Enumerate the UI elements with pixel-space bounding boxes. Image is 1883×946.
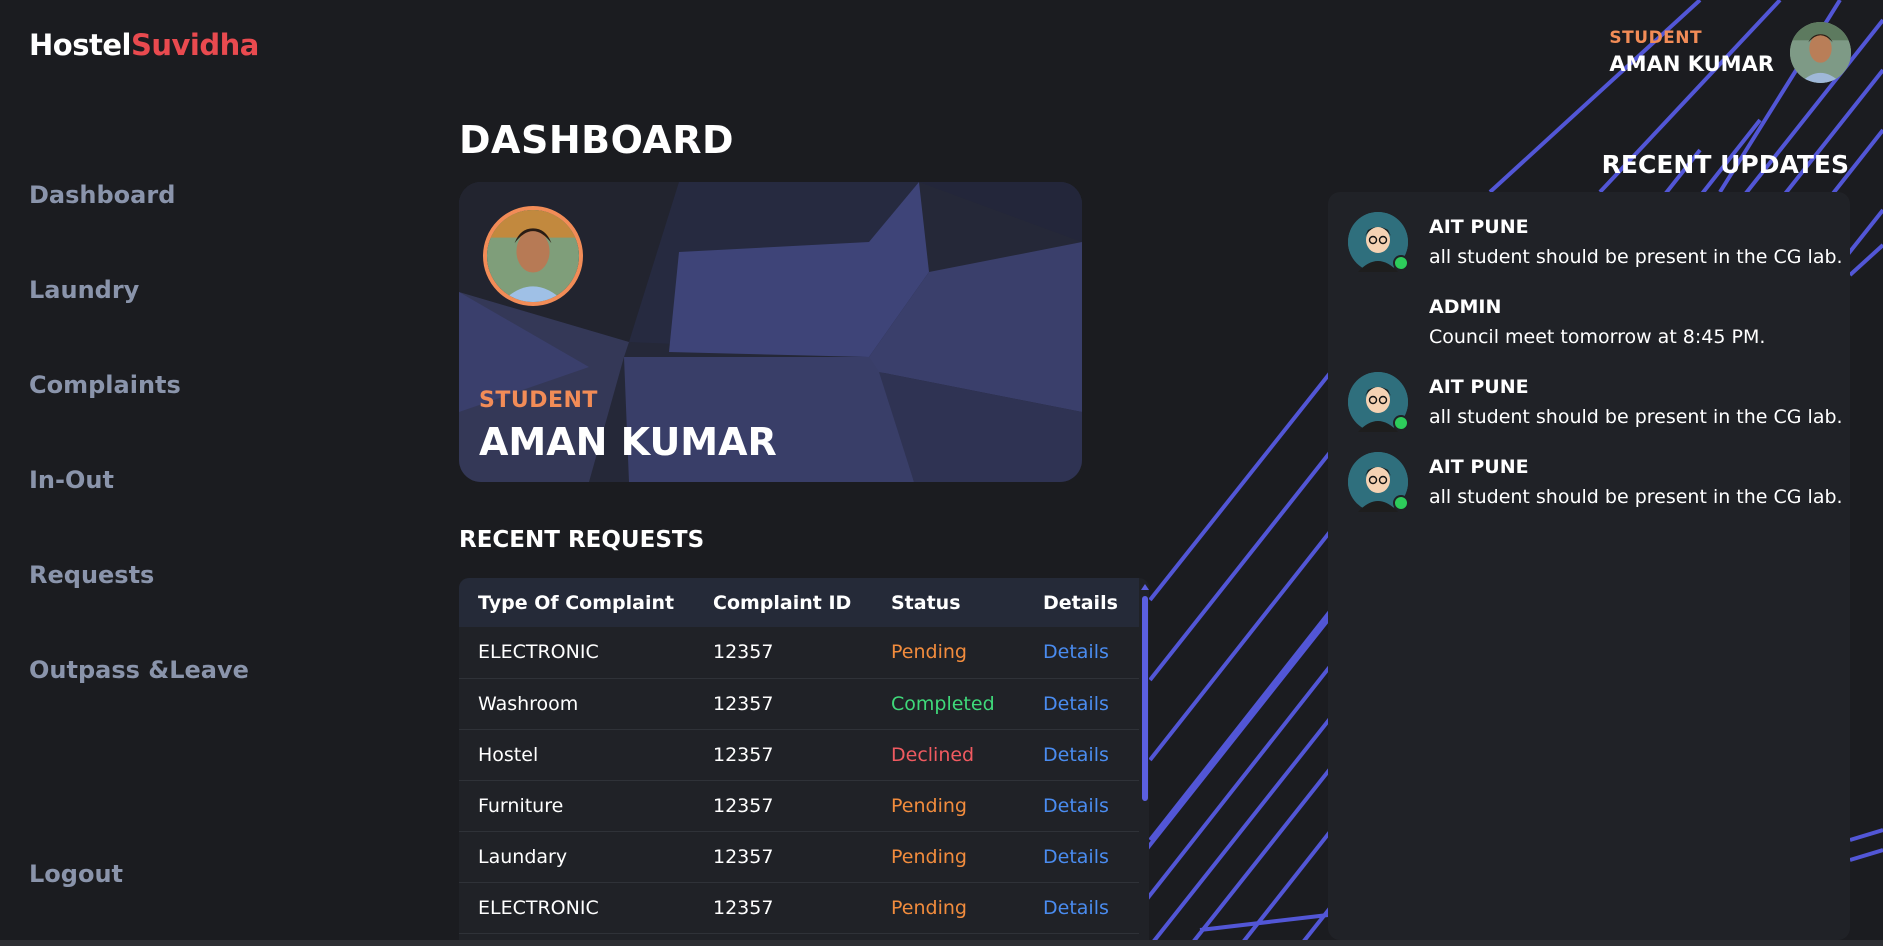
cell-status: Declined — [872, 729, 1024, 781]
table-row: Hostel 12357 Declined Details — [459, 729, 1139, 781]
cell-status: Completed — [872, 678, 1024, 730]
table-row: ELECTRONIC 12357 Pending Details — [459, 627, 1139, 679]
online-status-dot — [1393, 415, 1409, 431]
user-avatar[interactable] — [1790, 21, 1851, 83]
sidebar-item-dashboard[interactable]: Dashboard — [29, 181, 175, 209]
recent-requests-table[interactable]: Type Of Complaint Complaint ID Status De… — [459, 578, 1149, 946]
profile-card-avatar — [483, 206, 583, 306]
update-text: all student should be present in the CG … — [1429, 486, 1843, 508]
online-status-dot — [1393, 255, 1409, 271]
sidebar-item-complaints[interactable]: Complaints — [29, 371, 181, 399]
table-row: ELECTRONIC 12357 Pending Details — [459, 882, 1139, 934]
recent-updates-panel: AIT PUNE all student should be present i… — [1328, 192, 1850, 940]
update-text: all student should be present in the CG … — [1429, 406, 1843, 428]
update-title: AIT PUNE — [1429, 456, 1529, 478]
sidebar-item-outpass-leave[interactable]: Outpass &Leave — [29, 656, 249, 684]
cell-type: Washroom — [459, 678, 694, 730]
sidebar: Dashboard Laundry Complaints In-Out Requ… — [29, 0, 429, 946]
update-item[interactable]: AIT PUNE all student should be present i… — [1328, 192, 1850, 272]
recent-requests-title: RECENT REQUESTS — [459, 527, 705, 553]
details-link[interactable]: Details — [1043, 795, 1109, 817]
update-title: AIT PUNE — [1429, 376, 1529, 398]
table-scrollbar[interactable] — [1141, 584, 1149, 946]
update-item[interactable]: AIT PUNE all student should be present i… — [1328, 352, 1850, 432]
details-link[interactable]: Details — [1043, 897, 1109, 919]
profile-card-role: STUDENT — [479, 388, 598, 413]
cell-type: Laundary — [459, 831, 694, 883]
profile-card-name: AMAN KUMAR — [479, 420, 777, 464]
cell-id: 12357 — [694, 627, 872, 679]
cell-status: Pending — [872, 882, 1024, 934]
page-title: DASHBOARD — [459, 118, 735, 162]
cell-status: Pending — [872, 627, 1024, 679]
update-title: ADMIN — [1429, 296, 1502, 318]
online-status-dot — [1393, 495, 1409, 511]
window-bottom-edge — [0, 940, 1883, 946]
profile-card: STUDENT AMAN KUMAR — [459, 182, 1082, 482]
cell-type: ELECTRONIC — [459, 882, 694, 934]
cell-type: ELECTRONIC — [459, 627, 694, 679]
update-item[interactable]: ADMIN Council meet tomorrow at 8:45 PM. — [1328, 272, 1850, 352]
cell-id: 12357 — [694, 882, 872, 934]
table-header-row: Type Of Complaint Complaint ID Status De… — [459, 578, 1139, 627]
cell-type: Hostel — [459, 729, 694, 781]
cell-id: 12357 — [694, 678, 872, 730]
column-header-id: Complaint ID — [713, 591, 852, 614]
table-row: Washroom 12357 Completed Details — [459, 678, 1139, 730]
update-title: AIT PUNE — [1429, 216, 1529, 238]
update-text: Council meet tomorrow at 8:45 PM. — [1429, 326, 1766, 348]
cell-id: 12357 — [694, 831, 872, 883]
cell-id: 12357 — [694, 729, 872, 781]
cell-status: Pending — [872, 831, 1024, 883]
details-link[interactable]: Details — [1043, 744, 1109, 766]
column-header-details: Details — [1043, 591, 1118, 614]
scroll-up-arrow-icon[interactable] — [1141, 584, 1149, 590]
profile-card-avatar-image — [487, 210, 579, 302]
sidebar-item-in-out[interactable]: In-Out — [29, 466, 114, 494]
update-text: all student should be present in the CG … — [1429, 246, 1843, 268]
details-link[interactable]: Details — [1043, 846, 1109, 868]
cell-status: Pending — [872, 780, 1024, 832]
user-name: AMAN KUMAR — [1609, 52, 1774, 76]
logout-button[interactable]: Logout — [29, 860, 123, 888]
cell-type: Furniture — [459, 780, 694, 832]
recent-updates-title: RECENT UPDATES — [1601, 150, 1849, 179]
table-row: Furniture 12357 Pending Details — [459, 780, 1139, 832]
cell-id: 12357 — [694, 780, 872, 832]
user-avatar-image — [1790, 21, 1851, 83]
user-profile-header[interactable]: STUDENT AMAN KUMAR — [1609, 20, 1851, 84]
column-header-type: Type Of Complaint — [478, 591, 675, 614]
sidebar-item-requests[interactable]: Requests — [29, 561, 154, 589]
column-header-status: Status — [891, 591, 961, 614]
table-row: Laundary 12357 Pending Details — [459, 831, 1139, 883]
sidebar-item-laundry[interactable]: Laundry — [29, 276, 139, 304]
update-item[interactable]: AIT PUNE all student should be present i… — [1328, 432, 1850, 512]
user-role: STUDENT — [1609, 28, 1703, 48]
scrollbar-thumb[interactable] — [1142, 596, 1148, 801]
details-link[interactable]: Details — [1043, 641, 1109, 663]
details-link[interactable]: Details — [1043, 693, 1109, 715]
